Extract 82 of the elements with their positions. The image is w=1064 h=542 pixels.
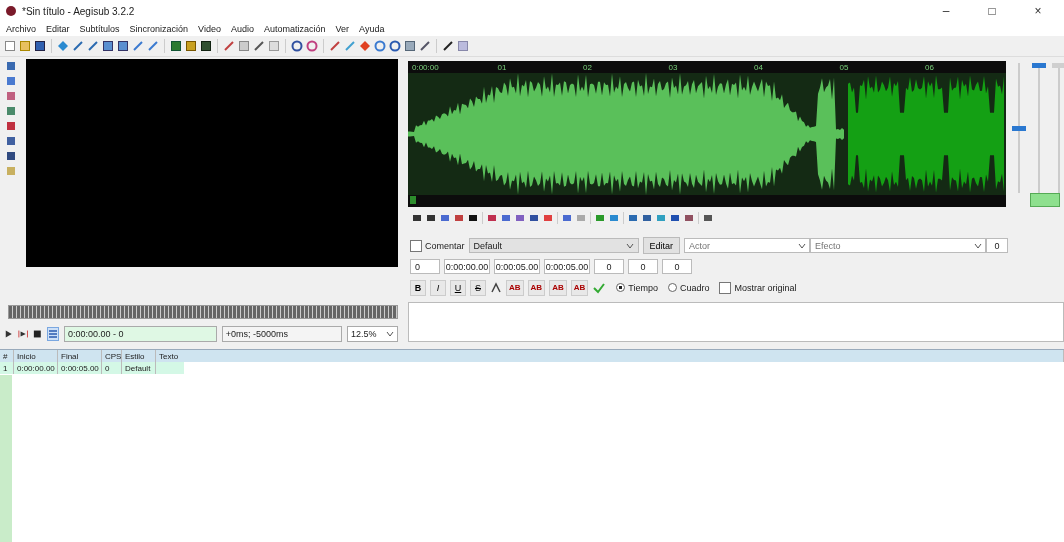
ruler-label: 0:00:00 [412, 63, 439, 72]
menu-item[interactable]: Ayuda [359, 24, 385, 34]
minimize-button[interactable]: – [926, 3, 966, 19]
ruler-label: 03 [668, 63, 678, 72]
square-icon[interactable] [200, 40, 212, 52]
margin-field[interactable]: 0 [662, 259, 692, 274]
table-cell: 0:00:00.00 [14, 362, 58, 374]
format-button[interactable]: U [450, 279, 466, 296]
color-button[interactable]: AB [506, 279, 524, 296]
radio-label: Tiempo [628, 282, 658, 293]
table-cell: 0 [102, 362, 122, 374]
slash-icon[interactable] [442, 40, 454, 52]
ruler-label: 01 [497, 63, 507, 72]
format-button[interactable]: B [410, 279, 426, 296]
menu-item[interactable]: Sincronización [129, 24, 189, 34]
radio-button[interactable] [667, 283, 677, 292]
slash-icon[interactable] [419, 40, 431, 52]
slash-icon[interactable] [253, 40, 265, 52]
duration-time-field[interactable]: 0:00:05.00 [544, 259, 590, 274]
color-button[interactable]: AB [570, 279, 589, 296]
comment-checkbox[interactable] [410, 239, 422, 252]
square-icon[interactable] [185, 40, 197, 52]
close-button[interactable]: × [1018, 3, 1058, 19]
color-button[interactable]: AB [549, 279, 567, 296]
circle-icon[interactable] [374, 40, 386, 52]
radio-label: Cuadro [679, 282, 710, 293]
ruler-label: 06 [925, 63, 934, 72]
window-title: *Sin título - Aegisub 3.2.2 [22, 5, 136, 17]
layer-spinner[interactable]: 0 [410, 259, 440, 274]
slider-track[interactable] [1052, 63, 1064, 193]
ruler-label: 04 [754, 63, 763, 72]
waveform-drawing[interactable] [408, 61, 1006, 207]
slider-thumb[interactable] [1032, 63, 1046, 68]
start-time-field[interactable]: 0:00:00.00 [444, 259, 490, 274]
table-cell: Default [122, 362, 156, 374]
menu-item[interactable]: Ver [335, 24, 350, 34]
margin-field[interactable]: 0 [594, 259, 624, 274]
style-dropdown[interactable]: Default [468, 238, 639, 253]
app-icon [6, 6, 16, 16]
checkbox-label: Comentar [425, 240, 465, 251]
autoscroll-button[interactable] [46, 327, 59, 341]
diamond-icon[interactable] [359, 40, 371, 52]
circle-icon[interactable] [291, 40, 303, 52]
format-button[interactable]: I [430, 279, 446, 296]
grid-row[interactable]: 1 0:00:00.00 0:00:05.00 0 Default [0, 362, 184, 374]
table-cell: 1 [0, 362, 14, 374]
menu-item[interactable]: Editar [46, 24, 70, 34]
time-field[interactable]: 0:00:00.00 - 0 [63, 326, 217, 342]
offset-field: +0ms; -5000ms [221, 326, 342, 342]
margin-field[interactable]: 0 [628, 259, 658, 274]
actor-dropdown[interactable]: Actor [684, 238, 811, 253]
menu-item[interactable]: Audio [230, 24, 254, 34]
square-icon[interactable] [170, 40, 182, 52]
circle-icon[interactable] [306, 40, 318, 52]
effect-dropdown[interactable]: Efecto [810, 238, 987, 253]
end-time-field[interactable]: 0:00:05.00 [494, 259, 540, 274]
edit-button[interactable]: Editar [642, 237, 681, 254]
maximize-button[interactable]: □ [972, 3, 1012, 19]
radio-button[interactable] [616, 283, 626, 292]
square-icon[interactable] [34, 40, 46, 52]
ruler-label: 02 [583, 63, 592, 72]
ruler-label: 05 [839, 63, 849, 72]
table-cell: 0:00:05.00 [58, 362, 102, 374]
menu-item[interactable]: Automatización [264, 24, 326, 34]
show-original-checkbox[interactable] [719, 281, 732, 294]
play-line-icon[interactable] [17, 329, 28, 339]
circle-icon[interactable] [389, 40, 401, 52]
diamond-icon[interactable] [57, 40, 69, 52]
menu-item[interactable]: Subtítulos [79, 24, 120, 34]
zoom-dropdown[interactable]: 12.5% [346, 326, 398, 342]
play-icon[interactable] [4, 329, 13, 339]
checkbox-label: Mostrar original [734, 282, 797, 293]
stop-icon[interactable] [32, 329, 42, 339]
slider-thumb[interactable] [1012, 125, 1026, 131]
square-icon[interactable] [117, 40, 129, 52]
format-button[interactable]: S [470, 279, 486, 296]
square-icon[interactable] [102, 40, 114, 52]
seek-bar[interactable] [8, 305, 398, 319]
count-field: 0 [986, 238, 1009, 253]
menu-item[interactable]: Video [198, 24, 221, 34]
menu-item[interactable]: Archivo [6, 24, 36, 34]
color-button[interactable]: AB [527, 279, 546, 296]
